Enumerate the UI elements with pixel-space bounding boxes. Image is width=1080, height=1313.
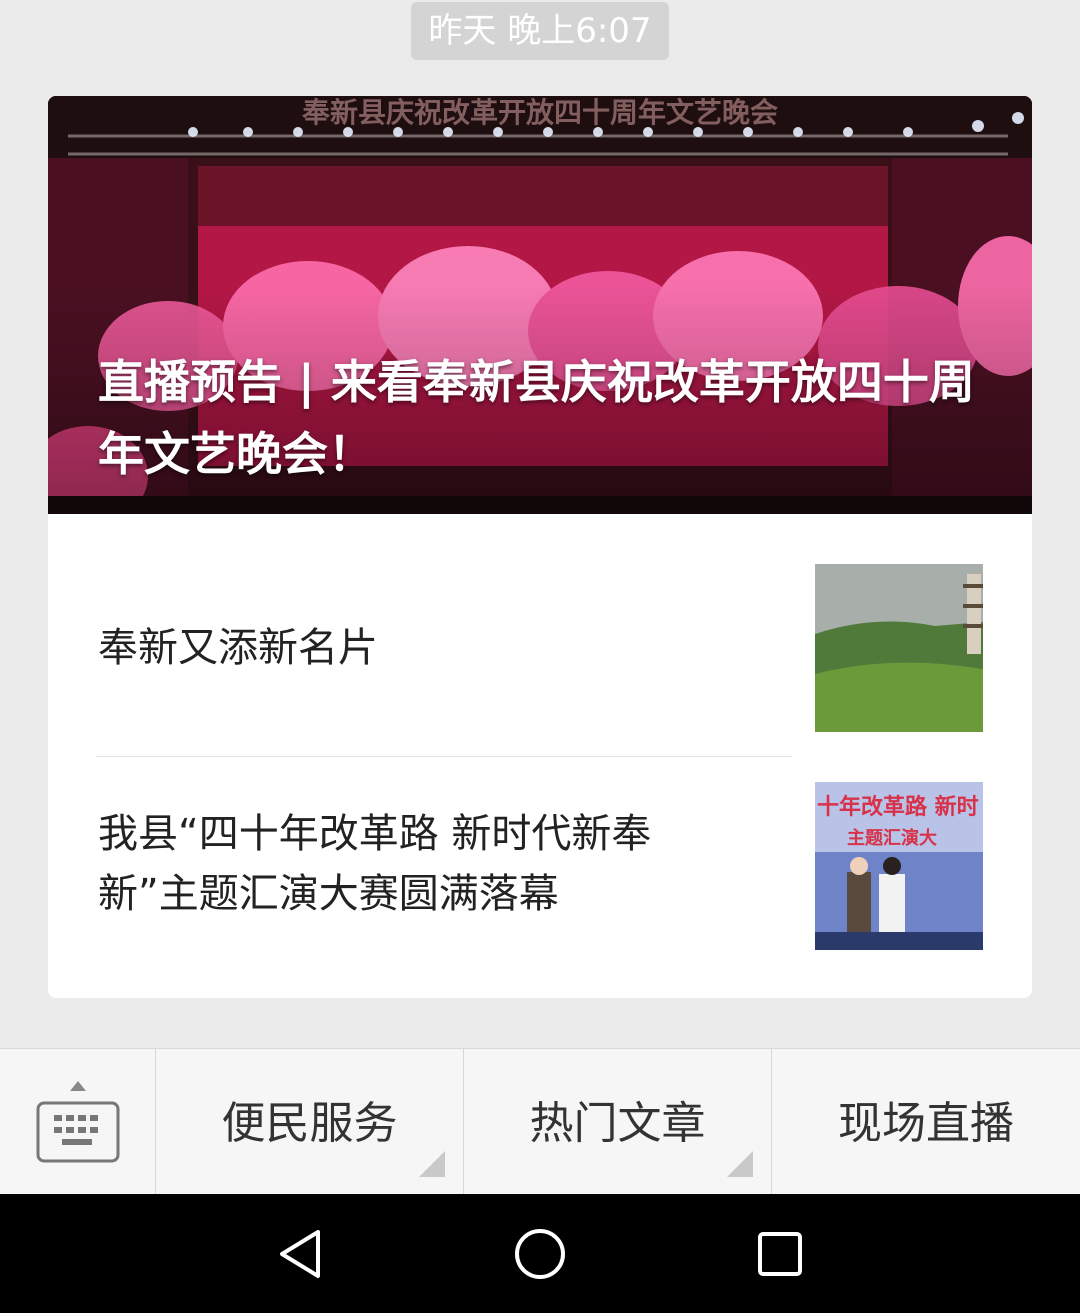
- hero-article[interactable]: 奉新县庆祝改革开放四十周年文艺晚会 直播预告 | 来看奉新县庆祝改革开放四十周年…: [48, 96, 1032, 514]
- thumb-banner-text: 十年改革路 新时: [817, 794, 979, 820]
- menu-item-convenience-services[interactable]: 便民服务: [156, 1049, 464, 1195]
- menu-item-hot-articles[interactable]: 热门文章: [464, 1049, 772, 1195]
- thumb-banner-subtext: 主题汇演大: [847, 827, 937, 849]
- article-item[interactable]: 我县“四十年改革路 新时代新奉新”主题汇演大赛圆满落幕 十年改革路 新时 主题汇…: [48, 757, 1032, 998]
- menu-item-label: 热门文章: [529, 1098, 706, 1149]
- back-icon[interactable]: [270, 1224, 330, 1284]
- submenu-indicator-icon: [727, 1151, 753, 1177]
- award-stage-image: 十年改革路 新时 主题汇演大: [815, 782, 983, 950]
- official-account-menu: 便民服务 热门文章 现场直播: [0, 1048, 1080, 1195]
- home-icon[interactable]: [510, 1224, 570, 1284]
- keyboard-icon: [36, 1081, 120, 1163]
- article-title: 我县“四十年改革路 新时代新奉新”主题汇演大赛圆满落幕: [98, 811, 652, 917]
- landscape-image: [815, 564, 983, 732]
- menu-item-label: 便民服务: [221, 1098, 398, 1149]
- article-thumbnail: 十年改革路 新时 主题汇演大: [815, 782, 983, 950]
- article-title: 奉新又添新名片: [98, 625, 378, 671]
- recents-icon[interactable]: [750, 1224, 810, 1284]
- message-timestamp: 昨天 晚上6:07: [411, 2, 669, 60]
- news-card: 奉新县庆祝改革开放四十周年文艺晚会 直播预告 | 来看奉新县庆祝改革开放四十周年…: [48, 96, 1032, 998]
- article-item[interactable]: 奉新又添新名片: [48, 514, 1032, 756]
- menu-item-label: 现场直播: [838, 1098, 1014, 1149]
- menu-item-live-broadcast[interactable]: 现场直播: [772, 1049, 1080, 1195]
- system-navigation-bar: [0, 1194, 1080, 1313]
- submenu-indicator-icon: [419, 1151, 445, 1177]
- article-thumbnail: [815, 564, 983, 732]
- keyboard-toggle-button[interactable]: [0, 1049, 156, 1195]
- hero-title: 直播预告 | 来看奉新县庆祝改革开放四十周年文艺晚会！: [98, 355, 975, 481]
- hero-banner-text: 奉新县庆祝改革开放四十周年文艺晚会: [302, 96, 778, 129]
